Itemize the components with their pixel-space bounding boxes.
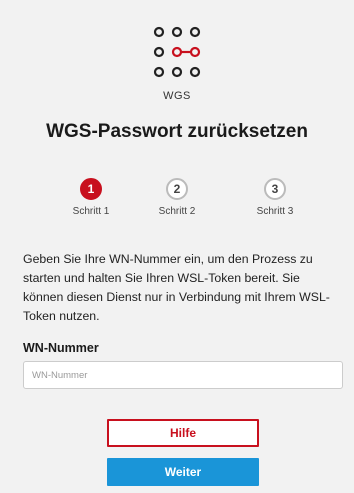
page-title: WGS-Passwort zurücksetzen	[46, 121, 308, 142]
brand-name: WGS	[163, 90, 191, 102]
step-1-label: Schritt 1	[72, 206, 110, 217]
stepper: 1 Schritt 1 2 Schritt 2 3 Schritt 3	[0, 178, 354, 228]
wn-number-label: WN-Nummer	[23, 341, 99, 355]
step-3-indicator: 3	[264, 178, 286, 200]
step-2-indicator: 2	[166, 178, 188, 200]
wgs-logo-icon	[153, 26, 201, 78]
help-button[interactable]: Hilfe	[107, 419, 259, 447]
step-1: 1 Schritt 1	[56, 178, 126, 217]
step-2: 2 Schritt 2	[142, 178, 212, 217]
instructions-text: Geben Sie Ihre WN-Nummer ein, um den Pro…	[23, 252, 330, 323]
next-button[interactable]: Weiter	[107, 458, 259, 486]
wn-number-input[interactable]	[23, 361, 343, 389]
step-2-label: Schritt 2	[158, 206, 196, 217]
step-3: 3 Schritt 3	[240, 178, 310, 217]
step-1-indicator: 1	[80, 178, 102, 200]
step-3-label: Schritt 3	[256, 206, 294, 217]
